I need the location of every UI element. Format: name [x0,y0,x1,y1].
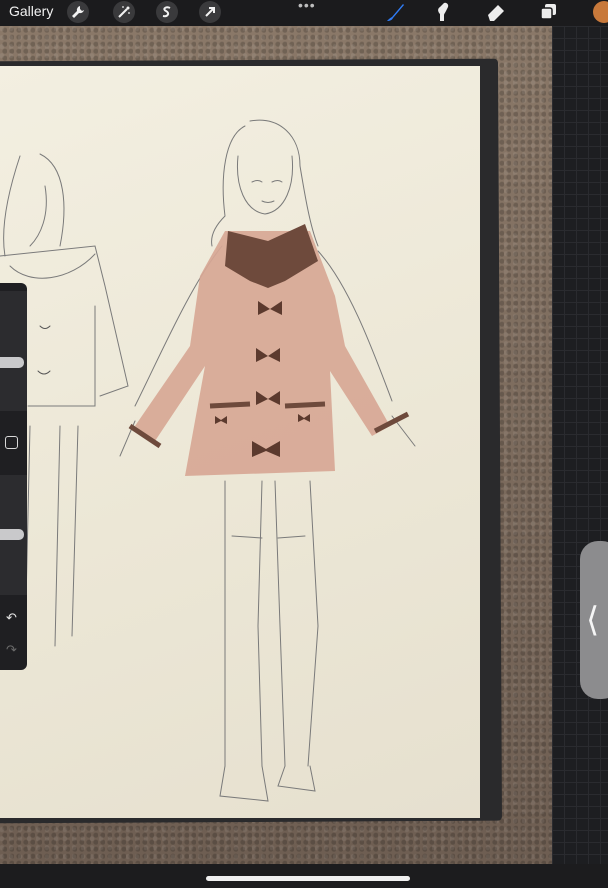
opacity-thumb[interactable] [0,529,24,540]
eraser-icon[interactable] [484,1,508,23]
wrench-icon[interactable] [67,1,89,23]
selection-icon[interactable] [156,1,178,23]
drawing-canvas[interactable] [0,26,552,864]
redo-icon[interactable]: ↷ [6,643,17,658]
right-panel [552,26,608,864]
modify-button[interactable] [5,436,18,449]
top-toolbar: Gallery ••• [0,0,608,26]
magic-wand-icon[interactable] [113,1,135,23]
color-picker-button[interactable] [593,1,608,23]
home-indicator[interactable] [206,876,410,881]
layers-icon[interactable] [537,1,561,23]
opacity-slider[interactable] [0,475,27,595]
fashion-sketch-illustration [0,119,416,802]
brush-icon[interactable] [383,1,407,23]
brush-size-slider[interactable] [0,291,27,411]
smudge-icon[interactable] [431,1,455,23]
brush-size-thumb[interactable] [0,357,24,368]
undo-icon[interactable]: ↶ [6,611,17,626]
gallery-button[interactable]: Gallery [9,3,53,19]
more-options-icon[interactable]: ••• [298,0,316,13]
sidebar-toggle-tab[interactable]: ⟨ [580,541,608,699]
transform-arrow-icon[interactable] [199,1,221,23]
chevron-left-icon: ⟨ [586,600,600,640]
